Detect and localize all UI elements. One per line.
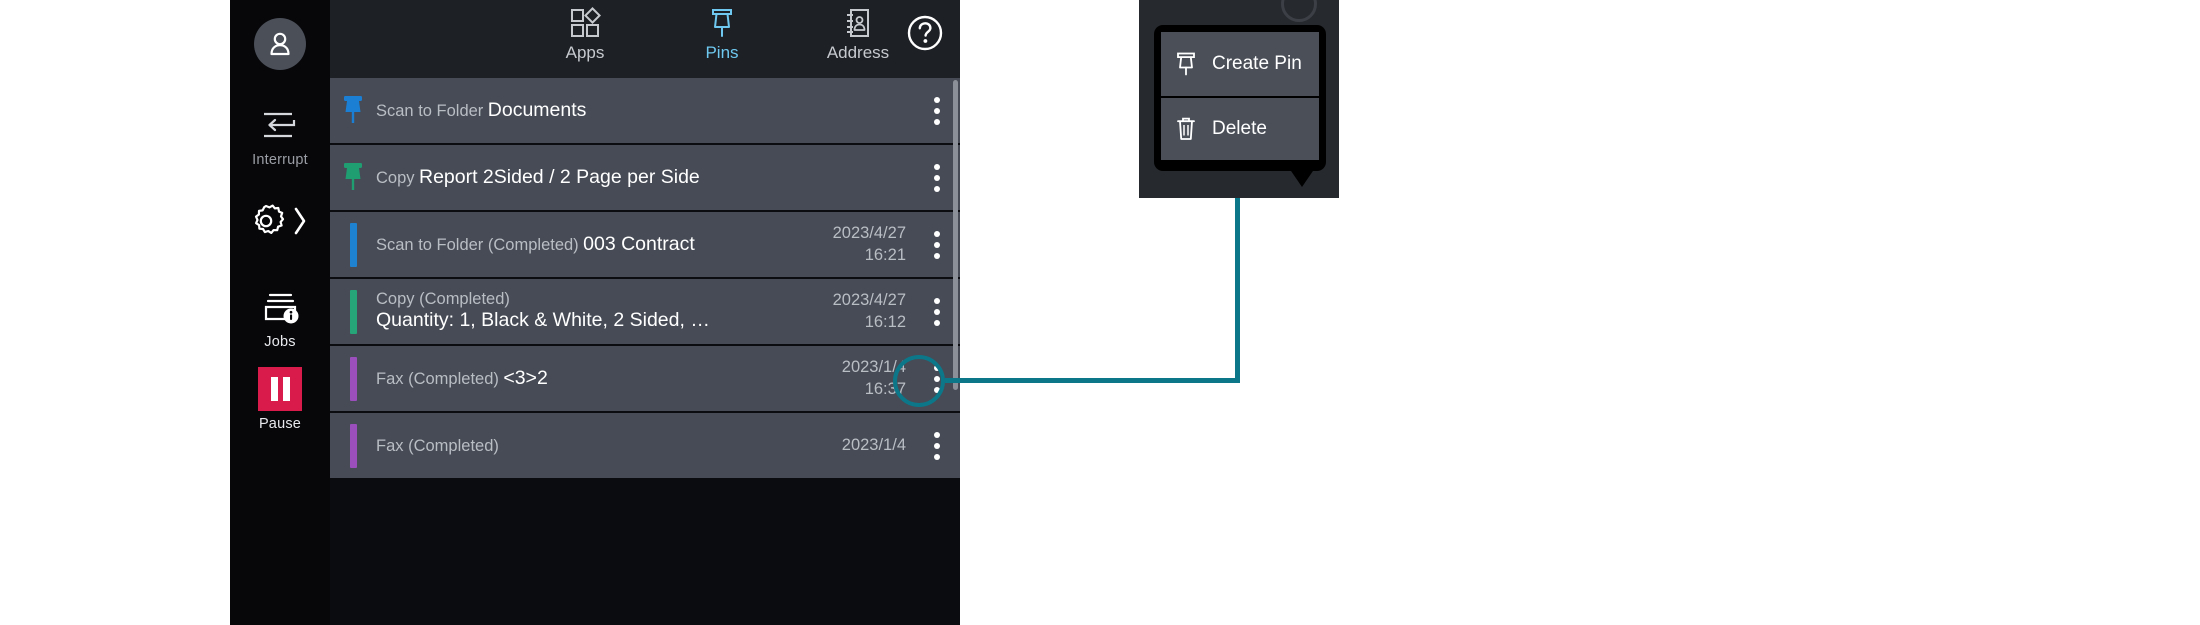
status-bar-marker bbox=[330, 223, 376, 267]
list-item-texts: Scan to Folder Documents bbox=[376, 99, 796, 123]
list-item-texts: Copy Report 2Sided / 2 Page per Side bbox=[376, 166, 796, 190]
tab-label: Address bbox=[827, 43, 889, 63]
timestamp: 2023/1/4 bbox=[796, 435, 914, 457]
list-item[interactable]: Copy (Completed) Quantity: 1, Black & Wh… bbox=[330, 279, 960, 346]
job-name: Report 2Sided / 2 Page per Side bbox=[419, 166, 700, 188]
list-item[interactable]: Copy Report 2Sided / 2 Page per Side bbox=[330, 145, 960, 212]
status-bar-marker bbox=[330, 424, 376, 468]
status-bar-marker bbox=[330, 290, 376, 334]
highlight-circle bbox=[893, 355, 945, 407]
gear-icon bbox=[244, 200, 316, 242]
status-bar-marker bbox=[330, 357, 376, 401]
pin-icon bbox=[1173, 51, 1199, 77]
tab-label: Apps bbox=[566, 43, 605, 63]
job-name: Quantity: 1, Black & White, 2 Sided, … bbox=[376, 309, 710, 331]
job-name: <3>2 bbox=[503, 367, 547, 389]
kebab-menu-icon[interactable] bbox=[914, 432, 960, 460]
pin-marker bbox=[330, 160, 376, 196]
trash-icon bbox=[1173, 116, 1199, 142]
interrupt-icon bbox=[258, 104, 302, 146]
timestamp-date: 2023/1/4 bbox=[796, 435, 906, 457]
job-type: Scan to Folder (Completed) bbox=[376, 236, 579, 254]
job-type: Fax (Completed) bbox=[376, 437, 499, 455]
help-question-icon bbox=[906, 14, 944, 52]
timestamp: 2023/4/27 16:12 bbox=[796, 290, 914, 334]
timestamp-time: 16:12 bbox=[796, 312, 906, 334]
callout-leader-vertical bbox=[1235, 196, 1240, 383]
screenshot-root: Interrupt bbox=[0, 0, 2200, 625]
help-button[interactable] bbox=[906, 14, 944, 57]
tab-address[interactable]: Address bbox=[798, 6, 918, 63]
pause-bar-right bbox=[283, 377, 290, 401]
help-question-icon-ghost bbox=[1281, 0, 1317, 22]
list-scrollbar[interactable] bbox=[953, 80, 958, 390]
job-list[interactable]: Scan to Folder Documents bbox=[330, 78, 960, 625]
list-item[interactable]: Scan to Folder Documents bbox=[330, 78, 960, 145]
tab-apps[interactable]: Apps bbox=[525, 6, 645, 63]
context-menu[interactable]: Create Pin Delete bbox=[1154, 25, 1326, 171]
tab-label: Pins bbox=[705, 43, 738, 63]
job-type: Scan to Folder bbox=[376, 102, 483, 120]
apps-grid-icon bbox=[569, 6, 601, 40]
pin-marker bbox=[330, 93, 376, 129]
left-rail: Interrupt bbox=[230, 0, 330, 625]
menu-item-label: Create Pin bbox=[1212, 53, 1302, 75]
sidebar-item-pause[interactable]: Pause bbox=[230, 368, 330, 432]
timestamp-time: 16:21 bbox=[796, 245, 906, 267]
top-navigation: Apps Pins bbox=[330, 0, 960, 78]
address-book-icon bbox=[843, 6, 873, 40]
job-type: Copy bbox=[376, 169, 415, 187]
job-name: 003 Contract bbox=[583, 233, 695, 255]
job-type: Copy (Completed) bbox=[376, 290, 510, 308]
sidebar-item-label: Interrupt bbox=[252, 152, 308, 168]
sidebar-item-settings[interactable] bbox=[230, 200, 330, 242]
device-panel: Interrupt bbox=[230, 0, 960, 625]
pin-icon bbox=[707, 6, 737, 40]
list-item[interactable]: Scan to Folder (Completed) 003 Contract … bbox=[330, 212, 960, 279]
list-item[interactable]: Fax (Completed) <3>2 2023/1/4 16:37 bbox=[330, 346, 960, 413]
pause-bar-left bbox=[271, 377, 278, 401]
pause-icon bbox=[258, 368, 302, 410]
sidebar-item-label: Pause bbox=[259, 416, 301, 432]
list-item[interactable]: Fax (Completed) 2023/1/4 bbox=[330, 413, 960, 480]
timestamp-date: 2023/4/27 bbox=[796, 223, 906, 245]
menu-item-create-pin[interactable]: Create Pin bbox=[1161, 32, 1319, 96]
menu-item-label: Delete bbox=[1212, 118, 1267, 140]
sidebar-item-jobs[interactable]: Jobs bbox=[230, 286, 330, 350]
timestamp-date: 2023/1/4 bbox=[796, 357, 906, 379]
jobs-info-icon bbox=[258, 286, 302, 328]
list-item-texts: Scan to Folder (Completed) 003 Contract bbox=[376, 233, 796, 257]
list-item-texts: Fax (Completed) <3>2 bbox=[376, 367, 796, 391]
timestamp-date: 2023/4/27 bbox=[796, 290, 906, 312]
timestamp-time: 16:37 bbox=[796, 379, 906, 401]
sidebar-item-interrupt[interactable]: Interrupt bbox=[230, 104, 330, 168]
job-type: Fax (Completed) bbox=[376, 370, 499, 388]
list-item-texts: Copy (Completed) Quantity: 1, Black & Wh… bbox=[376, 290, 796, 333]
menu-item-delete[interactable]: Delete bbox=[1161, 96, 1319, 160]
chevron-right-icon bbox=[296, 209, 304, 233]
timestamp: 2023/4/27 16:21 bbox=[796, 223, 914, 267]
avatar[interactable] bbox=[254, 18, 306, 70]
sidebar-item-label: Jobs bbox=[264, 334, 295, 350]
user-icon bbox=[265, 29, 295, 59]
list-item-texts: Fax (Completed) bbox=[376, 434, 796, 458]
tab-pins[interactable]: Pins bbox=[662, 6, 782, 63]
job-name: Documents bbox=[488, 99, 587, 121]
callout-leader-horizontal bbox=[945, 378, 1240, 383]
